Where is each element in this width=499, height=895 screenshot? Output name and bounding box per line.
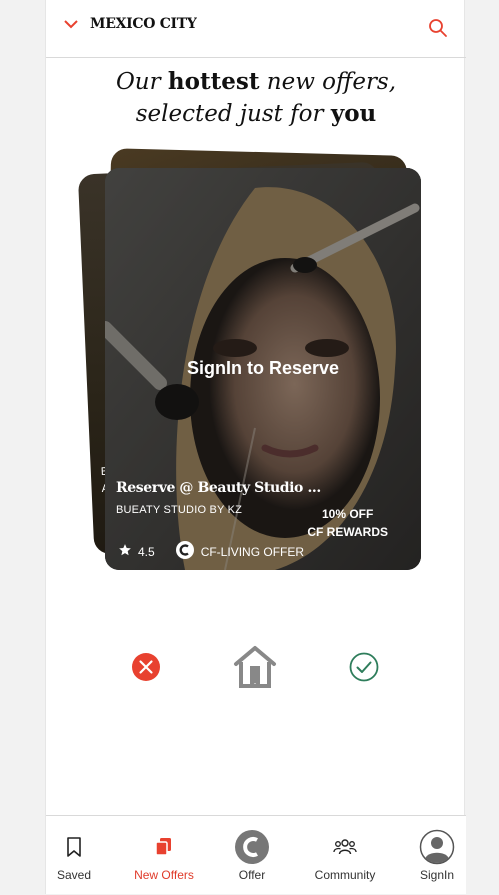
headline-text: new offers, (259, 69, 397, 95)
nav-item-saved[interactable]: Saved (34, 816, 114, 895)
signin-to-reserve-cta[interactable]: SignIn to Reserve (105, 358, 421, 379)
nav-item-signin[interactable]: SignIn (397, 816, 477, 895)
offer-badge: CF-LIVING OFFER (200, 544, 305, 559)
bottom-nav: Saved New Offers Offer Community SignIn (46, 815, 466, 894)
check-circle-icon (349, 652, 379, 686)
bookmark-icon (34, 830, 114, 864)
discount-value: 10% OFF (321, 507, 374, 521)
chevron-down-icon (64, 19, 78, 29)
save-offer-button[interactable] (232, 644, 278, 695)
accept-button[interactable] (349, 652, 379, 687)
nav-label: SignIn (419, 868, 455, 882)
cf-logo-icon (175, 540, 195, 563)
city-name: MEXICO CITY (90, 16, 197, 32)
offer-discount: 10% OFF CF REWARDS (307, 505, 388, 541)
cards-icon (124, 830, 204, 864)
star-icon (118, 543, 132, 560)
nav-label: Community (314, 868, 376, 882)
swipe-actions (46, 640, 466, 694)
headline-line-1: Our hottest new offers, (46, 66, 466, 98)
offer-business: BUEATY STUDIO BY KZ (116, 504, 243, 516)
city-selector[interactable]: MEXICO CITY (64, 16, 197, 32)
people-icon (305, 830, 385, 864)
nav-label: New Offers (134, 868, 194, 882)
nav-item-new-offers[interactable]: New Offers (124, 816, 204, 895)
offer-card[interactable]: SignIn to Reserve Reserve @ Beauty Studi… (105, 168, 421, 570)
home-bookmark-icon (232, 646, 278, 694)
nav-item-community[interactable]: Community (305, 816, 385, 895)
search-icon[interactable] (428, 18, 448, 43)
app-frame: MEXICO CITY Our hottest new offers, sele… (45, 0, 466, 894)
nav-label: Saved (56, 868, 92, 882)
nav-item-offer[interactable]: Offer (212, 816, 292, 895)
offer-logo-icon (212, 830, 292, 864)
page-headline: Our hottest new offers, selected just fo… (46, 66, 466, 130)
top-bar: MEXICO CITY (46, 0, 466, 58)
offer-meta-row: 4.5 CF-LIVING OFFER (118, 540, 304, 563)
offer-title: Reserve @ Beauty Studio ... (116, 480, 321, 496)
headline-emphasis: hottest (167, 68, 260, 95)
close-circle-icon (131, 653, 161, 686)
offer-rating: 4.5 (138, 544, 155, 559)
headline-line-2: selected just for you (46, 98, 466, 130)
headline-text: selected just for (135, 101, 331, 127)
headline-text: Our (115, 69, 168, 95)
nav-label: Offer (238, 868, 266, 882)
reject-button[interactable] (131, 652, 161, 687)
offer-card-stack: B A (77, 148, 426, 575)
user-avatar-icon (397, 829, 477, 865)
rewards-label: CF REWARDS (307, 525, 388, 539)
headline-emphasis: you (330, 100, 377, 127)
